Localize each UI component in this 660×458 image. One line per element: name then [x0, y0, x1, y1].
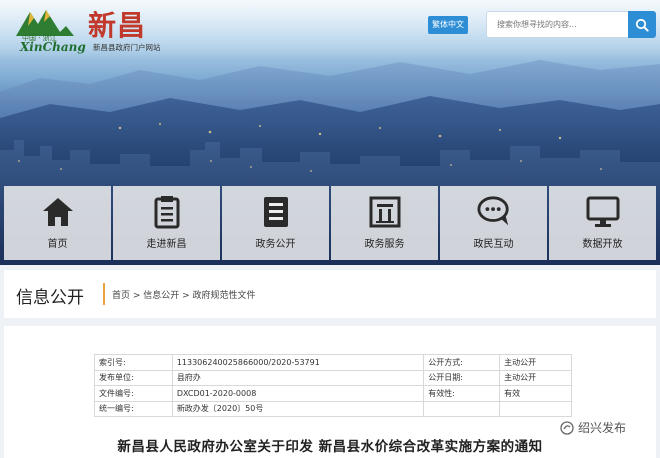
meta-value: 有效 — [499, 385, 572, 402]
nav-item-gov-disclosure[interactable]: 政务公开 — [222, 186, 329, 260]
section-header: 信息公开 首页 > 信息公开 > 政府规范性文件 — [4, 270, 656, 318]
nav-item-about-xinchang[interactable]: 走进新昌 — [113, 186, 220, 260]
meta-key: 公开方式: — [423, 354, 501, 371]
table-row: 索引号: 113306240025866000/2020-53791 公开方式:… — [94, 354, 572, 371]
nav-item-label: 政务公开 — [255, 239, 296, 250]
meta-key: 索引号: — [94, 354, 173, 371]
meta-value: 县府办 — [171, 369, 425, 386]
nav-item-label: 走进新昌 — [146, 239, 187, 250]
table-row: 文件编号: DXCD01-2020-0008 有效性: 有效 — [94, 385, 572, 402]
document-title: 新昌县人民政府办公室关于印发 新昌县水价综合改革实施方案的通知 — [117, 439, 543, 455]
search-box — [486, 11, 656, 38]
meta-key: 发布单位: — [94, 369, 173, 386]
document-metadata-table: 索引号: 113306240025866000/2020-53791 公开方式:… — [94, 354, 572, 417]
chat-icon — [476, 196, 509, 226]
meta-key: 公开日期: — [423, 369, 501, 386]
nav-item-home[interactable]: 首页 — [4, 186, 111, 260]
hero-banner: 中国 · 浙江 新昌 XinChang 新昌县政府门户网站 繁体中文 首页 — [0, 0, 660, 265]
meta-value — [499, 400, 572, 417]
logo-chinese-name: 新昌 — [88, 9, 147, 42]
meta-key: 文件编号: — [94, 385, 173, 402]
meta-key — [423, 400, 501, 417]
table-row: 发布单位: 县府办 公开日期: 主动公开 — [94, 369, 572, 386]
meta-value: DXCD01-2020-0008 — [171, 385, 425, 402]
document-list-icon — [154, 196, 179, 229]
search-input[interactable] — [497, 12, 625, 37]
nav-item-gov-services[interactable]: 政务服务 — [331, 186, 438, 260]
section-title: 信息公开 — [16, 288, 84, 308]
building-icon — [369, 196, 400, 228]
search-icon — [635, 18, 649, 32]
meta-value: 新政办发〔2020〕50号 — [171, 400, 425, 417]
nav-item-public-interaction[interactable]: 政民互动 — [440, 186, 547, 260]
wechat-channel-icon — [560, 420, 574, 435]
main-nav: 首页 走进新昌 政务公开 政务服务 政民互动 数据开放 — [4, 186, 656, 260]
meta-key: 有效性: — [423, 385, 501, 402]
watermark-text: 绍兴发布 — [577, 421, 626, 435]
site-logo[interactable]: 中国 · 浙江 新昌 XinChang 新昌县政府门户网站 — [12, 2, 162, 54]
nav-item-label: 首页 — [47, 239, 68, 250]
home-icon — [42, 198, 73, 226]
watermark: 绍兴发布 — [560, 419, 626, 436]
nav-item-open-data[interactable]: 数据开放 — [549, 186, 656, 260]
meta-value: 主动公开 — [499, 354, 572, 371]
monitor-icon — [586, 196, 619, 227]
meta-value: 主动公开 — [499, 369, 572, 386]
traditional-chinese-button[interactable]: 繁体中文 — [428, 16, 468, 34]
search-button[interactable] — [628, 11, 656, 38]
nav-item-label: 政务服务 — [364, 239, 405, 250]
logo-english-name: XinChang — [20, 40, 86, 54]
meta-key: 统一编号: — [94, 400, 173, 417]
breadcrumb[interactable]: 首页 > 信息公开 > 政府规范性文件 — [112, 288, 256, 301]
logo-subtitle: 新昌县政府门户网站 — [93, 43, 161, 52]
nav-item-label: 数据开放 — [582, 239, 623, 250]
section-divider — [103, 283, 105, 305]
table-row: 统一编号: 新政办发〔2020〕50号 — [94, 400, 572, 417]
nav-item-label: 政民互动 — [473, 239, 514, 250]
notebook-icon — [263, 197, 288, 227]
meta-value: 113306240025866000/2020-53791 — [171, 354, 425, 371]
document-panel: 索引号: 113306240025866000/2020-53791 公开方式:… — [4, 326, 656, 458]
